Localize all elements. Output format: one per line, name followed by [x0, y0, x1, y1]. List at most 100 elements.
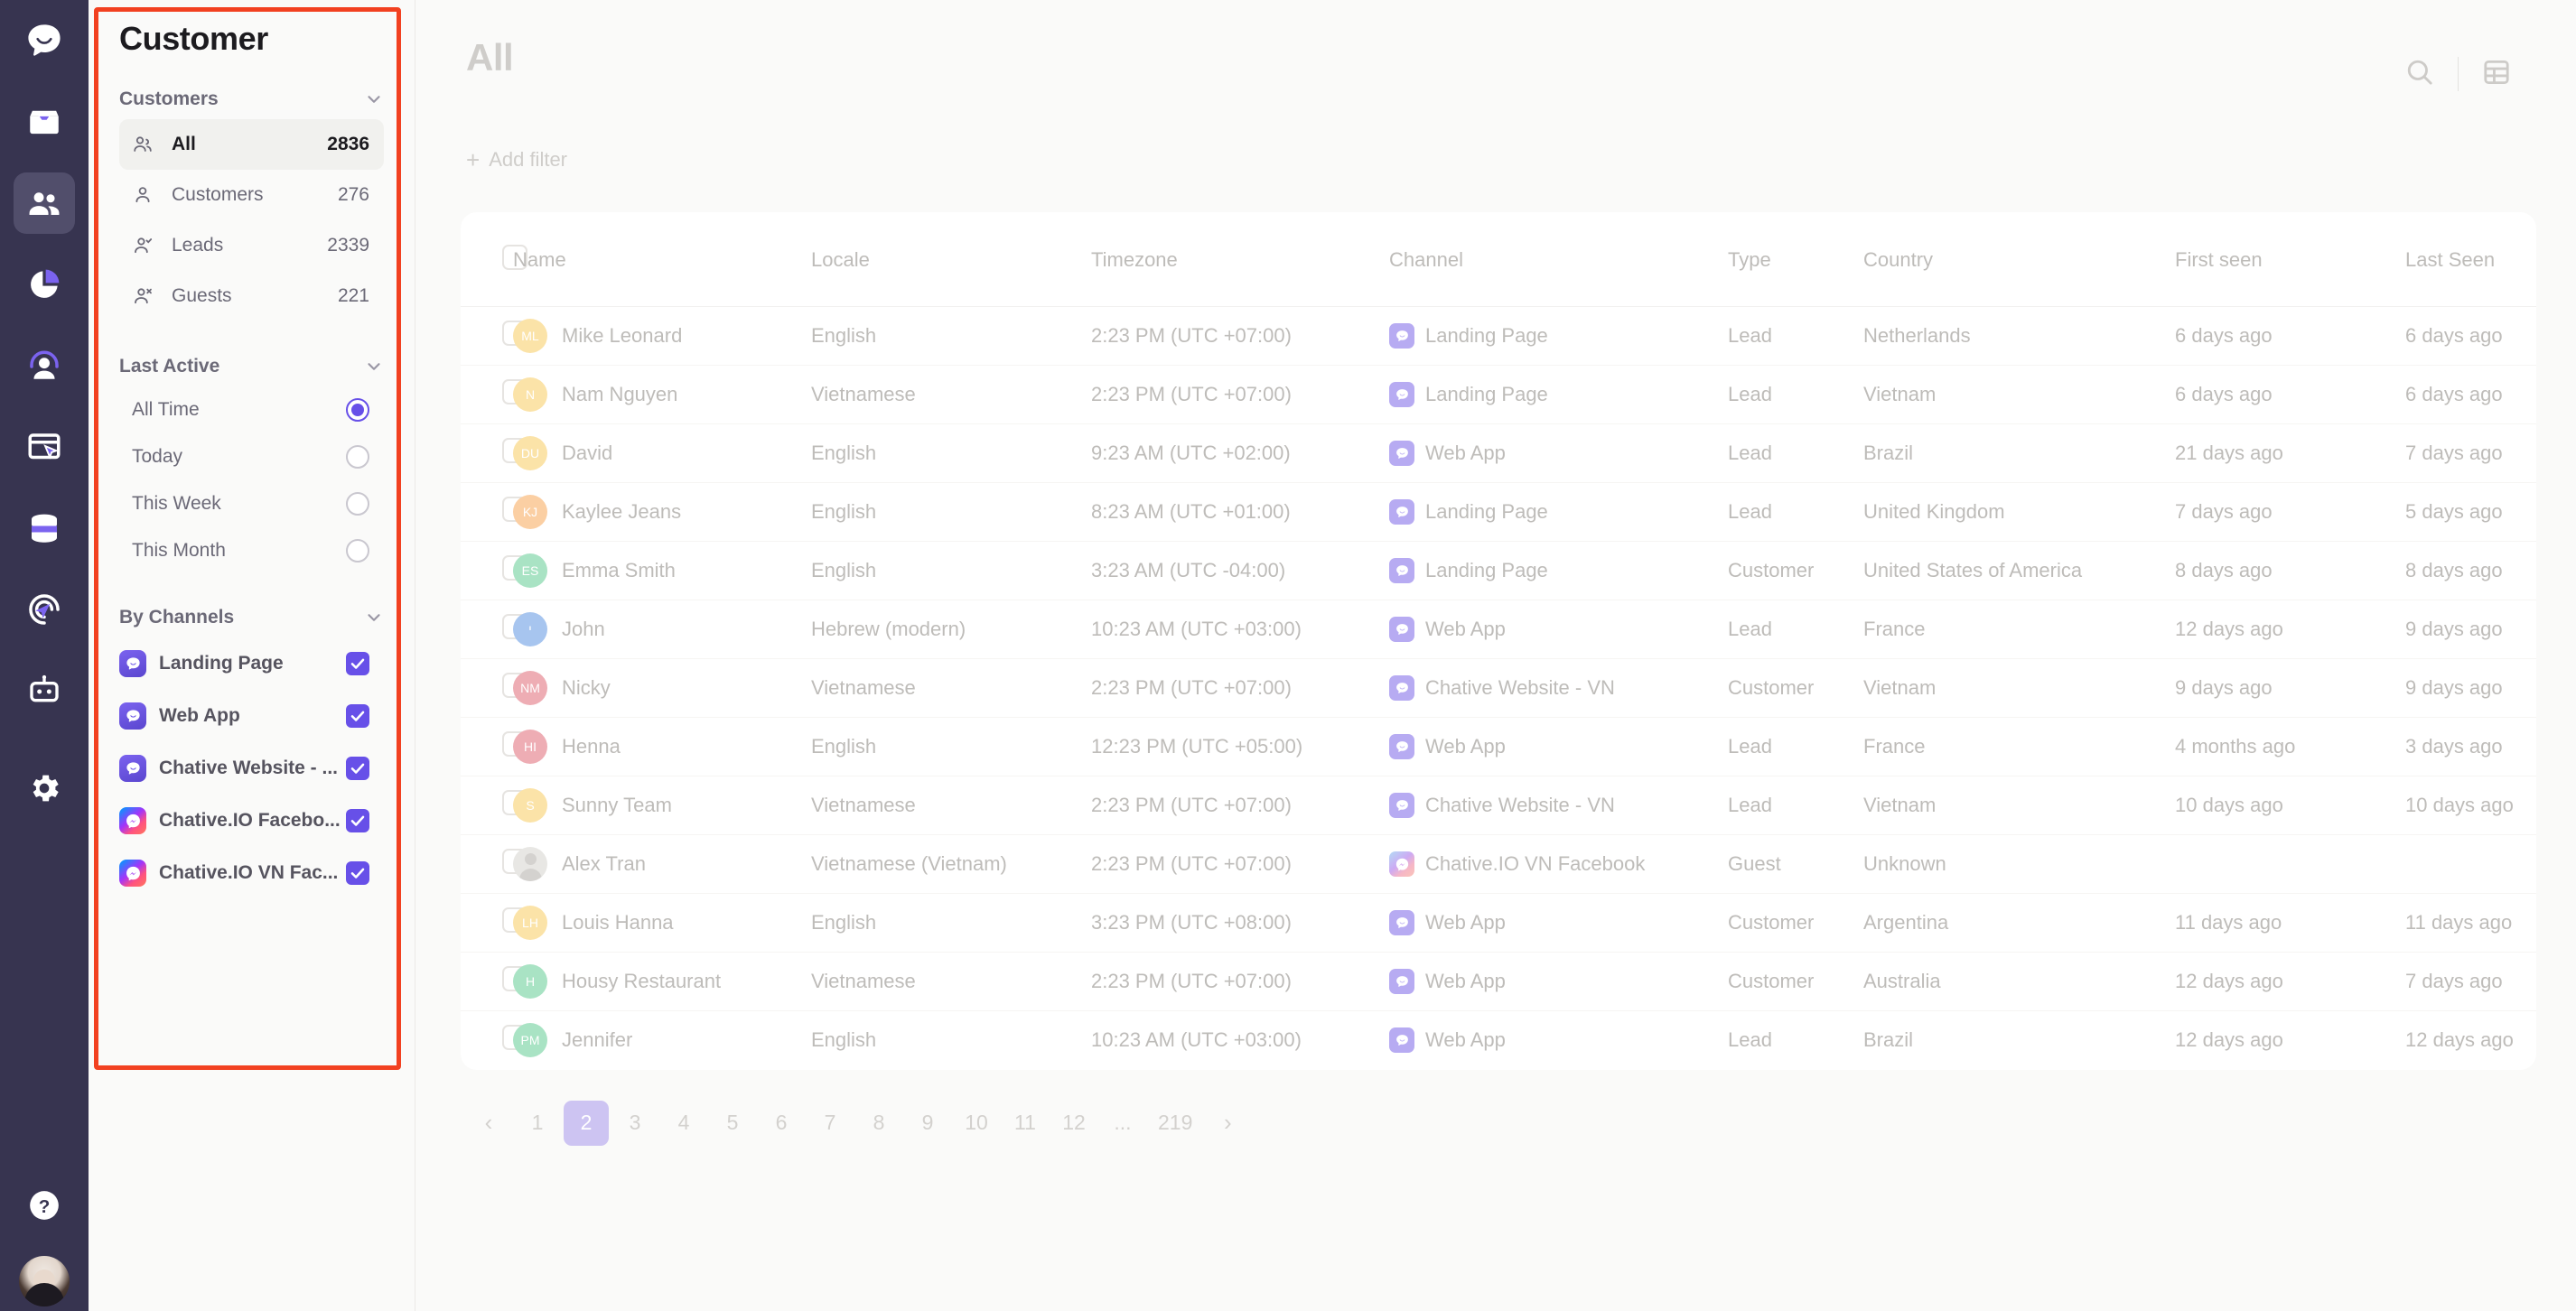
- sidebar-item-count: 276: [337, 184, 369, 205]
- nav-agents[interactable]: [0, 325, 89, 406]
- channel-label: Web App: [159, 705, 240, 726]
- cell-name: י John: [513, 600, 811, 659]
- nav-settings[interactable]: [0, 748, 89, 829]
- pagination-next[interactable]: ›: [1205, 1101, 1250, 1146]
- radio-this-week[interactable]: [346, 492, 369, 516]
- channel-item-chative-io-facebook[interactable]: Chative.IO Facebo...: [119, 795, 384, 847]
- table-row[interactable]: N Nam Nguyen Vietnamese 2:23 PM (UTC +07:00…: [461, 365, 2536, 424]
- table-row[interactable]: H Housy Restaurant Vietnamese 2:23 PM (UTC …: [461, 952, 2536, 1011]
- pagination-page-1[interactable]: 1: [515, 1101, 560, 1146]
- columns-button[interactable]: [2468, 47, 2525, 101]
- checkbox-chative-io-facebook[interactable]: [346, 809, 369, 832]
- radio-this-month[interactable]: [346, 539, 369, 563]
- pagination-ellipsis[interactable]: ...: [1100, 1101, 1145, 1146]
- channel-label: Chative.IO VN Fac...: [159, 862, 339, 883]
- column-header-timezone[interactable]: Timezone: [1091, 212, 1389, 307]
- pagination-page-12[interactable]: 12: [1051, 1101, 1097, 1146]
- radio-all-time[interactable]: [346, 398, 369, 422]
- row-select-cell: [461, 834, 527, 894]
- cell-last-seen: 7 days ago: [2405, 952, 2536, 1011]
- avatar: LH: [513, 906, 547, 940]
- section-header-last-active[interactable]: Last Active: [119, 356, 384, 377]
- nav-chat-bubble[interactable]: [0, 0, 89, 81]
- cell-country: Brazil: [1863, 1028, 1914, 1052]
- table-row[interactable]: PM Jennifer English 10:23 AM (UTC +03:00) We…: [461, 1011, 2536, 1070]
- checkbox-chative-website[interactable]: [346, 757, 369, 780]
- pagination-page-219[interactable]: 219: [1149, 1101, 1201, 1146]
- sidebar-item-contacts[interactable]: [0, 163, 89, 244]
- nav-data[interactable]: [0, 488, 89, 569]
- channel-item-web-app[interactable]: Web App: [119, 690, 384, 742]
- cell-last-seen: 6 days ago: [2405, 306, 2536, 366]
- filter-option-today[interactable]: Today: [119, 433, 384, 480]
- cell-channel: Chative Website - VN: [1389, 776, 1728, 835]
- pagination-page-2[interactable]: 2: [564, 1100, 609, 1146]
- nav-reports[interactable]: [0, 244, 89, 325]
- checkbox-web-app[interactable]: [346, 704, 369, 728]
- cell-channel: Chative Website - VN: [1389, 658, 1728, 718]
- channel-item-landing-page[interactable]: Landing Page: [119, 637, 384, 690]
- nav-web-tracking[interactable]: [0, 406, 89, 488]
- channel-name: Landing Page: [1425, 324, 1548, 347]
- customer-name: Mike Leonard: [562, 324, 683, 347]
- customer-name: Sunny Team: [562, 794, 672, 816]
- pagination-page-7[interactable]: 7: [807, 1101, 853, 1146]
- filter-option-this-week[interactable]: This Week: [119, 480, 384, 527]
- table-row[interactable]: י John Hebrew (modern) 10:23 AM (UTC +03:00…: [461, 600, 2536, 659]
- radio-today[interactable]: [346, 445, 369, 469]
- pagination-page-11[interactable]: 11: [1003, 1101, 1048, 1146]
- table-row[interactable]: DU David English 9:23 AM (UTC +02:00) Web Ap…: [461, 423, 2536, 483]
- add-filter-button[interactable]: + Add filter: [466, 148, 567, 172]
- sidebar-item-count: 221: [337, 285, 369, 306]
- cell-channel: Web App: [1389, 952, 1728, 1011]
- column-header-name[interactable]: Name: [513, 212, 811, 307]
- nav-bot[interactable]: [0, 650, 89, 731]
- channel-item-chative-website[interactable]: Chative Website - ...: [119, 742, 384, 795]
- checkbox-chative-io-vn-facebook[interactable]: [346, 861, 369, 885]
- pagination-page-3[interactable]: 3: [612, 1101, 658, 1146]
- nav-inbox[interactable]: [0, 81, 89, 163]
- table-row[interactable]: KJ Kaylee Jeans English 8:23 AM (UTC +01:00…: [461, 482, 2536, 542]
- pagination-page-4[interactable]: 4: [661, 1101, 706, 1146]
- sidebar-item-leads[interactable]: Leads 2339: [119, 220, 384, 271]
- pagination-page-9[interactable]: 9: [905, 1101, 950, 1146]
- table-row[interactable]: NM Nicky Vietnamese 2:23 PM (UTC +07:00) Cha…: [461, 658, 2536, 718]
- column-header-first-seen[interactable]: First seen: [2175, 212, 2405, 307]
- sidebar-item-customers[interactable]: Customers 276: [119, 170, 384, 220]
- pagination-page-5[interactable]: 5: [710, 1101, 755, 1146]
- avatar: NM: [513, 671, 547, 705]
- help-button[interactable]: ?: [0, 1165, 89, 1246]
- column-header-last-seen[interactable]: Last Seen: [2405, 212, 2536, 307]
- filter-option-all-time[interactable]: All Time: [119, 386, 384, 433]
- checkbox-landing-page[interactable]: [346, 652, 369, 675]
- sidebar-item-all[interactable]: All 2836: [119, 119, 384, 170]
- webchat-icon: [1389, 382, 1414, 407]
- pagination-page-10[interactable]: 10: [954, 1101, 999, 1146]
- sidebar-item-guests[interactable]: Guests 221: [119, 271, 384, 321]
- table-row[interactable]: ES Emma Smith English 3:23 AM (UTC -04:00) L…: [461, 541, 2536, 600]
- pagination-page-6[interactable]: 6: [759, 1101, 804, 1146]
- search-button[interactable]: [2391, 47, 2449, 101]
- cell-first-seen: 12 days ago: [2175, 600, 2405, 659]
- section-header-by-channels[interactable]: By Channels: [119, 607, 384, 628]
- pagination-page-8[interactable]: 8: [856, 1101, 901, 1146]
- column-header-locale[interactable]: Locale: [811, 212, 1091, 307]
- section-header-customers[interactable]: Customers: [119, 88, 384, 110]
- user-icon: [132, 184, 159, 206]
- nav-campaigns[interactable]: [0, 569, 89, 650]
- pagination-prev[interactable]: ‹: [466, 1101, 511, 1146]
- filter-option-this-month[interactable]: This Month: [119, 527, 384, 574]
- user-avatar-button[interactable]: [0, 1241, 89, 1311]
- cell-last-seen: 12 days ago: [2405, 1028, 2514, 1052]
- messenger-icon: [1389, 851, 1414, 877]
- table-row[interactable]: ML Mike Leonard English 2:23 PM (UTC +07:00…: [461, 306, 2536, 366]
- table-row[interactable]: S Sunny Team Vietnamese 2:23 PM (UTC +07:00…: [461, 776, 2536, 835]
- column-header-country[interactable]: Country: [1863, 212, 2175, 307]
- table-row[interactable]: LH Louis Hanna English 3:23 PM (UTC +08:00)…: [461, 893, 2536, 953]
- table-row[interactable]: Alex Tran Vietnamese (Vietnam) 2:23 PM (UT…: [461, 834, 2536, 894]
- channel-item-chative-io-vn-facebook[interactable]: Chative.IO VN Fac...: [119, 847, 384, 899]
- webchat-icon: [1389, 441, 1414, 466]
- column-header-channel[interactable]: Channel: [1389, 212, 1728, 307]
- column-header-type[interactable]: Type: [1728, 212, 1863, 307]
- table-row[interactable]: HI Henna English 12:23 PM (UTC +05:00) Web A…: [461, 717, 2536, 776]
